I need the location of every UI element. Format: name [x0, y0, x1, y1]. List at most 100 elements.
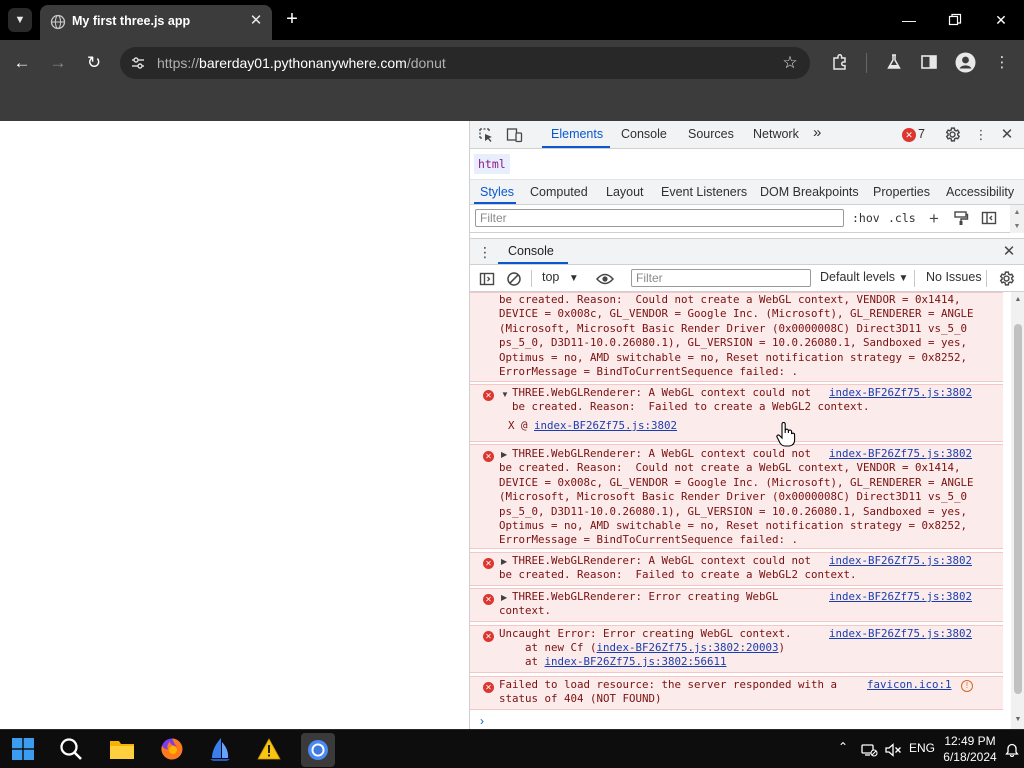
- console-scrollbar[interactable]: ▲ ▼: [1011, 292, 1024, 729]
- log-levels-dropdown[interactable]: Default levels ▼: [820, 270, 908, 284]
- clock-date: 6/18/2024: [943, 750, 997, 764]
- chrome-taskbar-button[interactable]: [301, 733, 335, 767]
- collapse-triangle-icon[interactable]: ▼: [501, 390, 509, 399]
- tab-styles[interactable]: Styles: [480, 185, 514, 199]
- window-close-icon[interactable]: ✕: [989, 9, 1013, 31]
- console-error-message[interactable]: be created. Reason: Could not create a W…: [470, 292, 1003, 382]
- breadcrumb-html[interactable]: html: [474, 154, 510, 174]
- more-vertical-icon[interactable]: ⋮: [991, 52, 1013, 74]
- tab-layout[interactable]: Layout: [606, 185, 644, 199]
- windows-start-icon[interactable]: [12, 738, 34, 760]
- tab-search-button[interactable]: ▼: [8, 8, 32, 32]
- drawer-close-icon[interactable]: ✕: [1000, 243, 1018, 261]
- console-error-message[interactable]: ✕ ▶ THREE.WebGLRenderer: Error creating …: [470, 588, 1003, 622]
- styles-filter-input[interactable]: [475, 209, 844, 227]
- stack-prefix: at: [499, 655, 545, 668]
- stack-trace-line: at new Cf (index-BF26Zf75.js:3802:20003): [499, 641, 785, 655]
- inspect-element-icon[interactable]: [478, 127, 494, 143]
- tab-event-listeners[interactable]: Event Listeners: [661, 185, 747, 199]
- input-language[interactable]: ENG: [909, 741, 935, 755]
- styles-scrollbar[interactable]: ▲ ▼: [1010, 205, 1024, 233]
- labs-flask-icon[interactable]: [884, 52, 904, 72]
- network-issue-icon[interactable]: !: [961, 680, 973, 692]
- error-count-icon[interactable]: ✕: [902, 128, 916, 142]
- side-panel-icon[interactable]: [920, 53, 938, 71]
- tab-close-icon[interactable]: ✕: [246, 11, 266, 31]
- new-tab-icon[interactable]: +: [282, 9, 302, 29]
- console-error-message[interactable]: ✕ ▶ THREE.WebGLRenderer: A WebGL context…: [470, 444, 1003, 549]
- toggle-sidebar-icon[interactable]: [981, 210, 997, 226]
- volume-muted-icon[interactable]: [884, 742, 902, 758]
- bookmark-star-icon[interactable]: ☆: [780, 53, 800, 73]
- site-settings-icon[interactable]: [130, 55, 146, 71]
- tab-properties[interactable]: Properties: [873, 185, 930, 199]
- tab-console[interactable]: Console: [621, 127, 667, 141]
- notification-bell-icon[interactable]: [1005, 742, 1019, 757]
- scrollbar-thumb[interactable]: [1014, 324, 1022, 694]
- system-clock[interactable]: 12:49 PM 6/18/2024: [940, 733, 1000, 765]
- cls-toggle[interactable]: .cls: [888, 211, 916, 225]
- file-explorer-icon[interactable]: [109, 737, 135, 761]
- drawer-tab-console[interactable]: Console: [508, 244, 554, 258]
- tab-accessibility[interactable]: Accessibility: [946, 185, 1014, 199]
- drawer-menu-icon[interactable]: ⋮: [478, 243, 492, 261]
- more-tabs-chevron-icon[interactable]: »: [813, 124, 821, 141]
- address-bar[interactable]: https://barerday01.pythonanywhere.com/do…: [120, 47, 810, 79]
- console-settings-gear-icon[interactable]: [998, 270, 1015, 287]
- stack-link[interactable]: index-BF26Zf75.js:3802: [534, 419, 677, 432]
- live-expression-eye-icon[interactable]: [596, 272, 614, 286]
- message-text: Uncaught Error: Error creating WebGL con…: [499, 627, 792, 640]
- stack-link[interactable]: index-BF26Zf75.js:3802:20003: [597, 641, 779, 654]
- paint-roller-icon[interactable]: [953, 210, 969, 226]
- tab-computed[interactable]: Computed: [530, 185, 588, 199]
- new-style-rule-plus-icon[interactable]: +: [925, 210, 943, 228]
- source-link[interactable]: favicon.ico:1: [867, 678, 952, 692]
- restore-icon[interactable]: [948, 13, 962, 27]
- tray-overflow-chevron-icon[interactable]: ⌃: [838, 740, 848, 754]
- source-link[interactable]: index-BF26Zf75.js:3802: [829, 447, 972, 461]
- context-selector[interactable]: top ▼: [542, 270, 579, 284]
- console-error-message[interactable]: ✕ Failed to load resource: the server re…: [470, 676, 1003, 710]
- extensions-puzzle-icon[interactable]: [830, 52, 850, 72]
- console-error-message[interactable]: ✕ ▶ THREE.WebGLRenderer: A WebGL context…: [470, 552, 1003, 586]
- source-link[interactable]: index-BF26Zf75.js:3802: [829, 590, 972, 604]
- source-link[interactable]: index-BF26Zf75.js:3802: [829, 554, 972, 568]
- firefox-icon[interactable]: [160, 737, 184, 761]
- console-sidebar-icon[interactable]: [479, 271, 495, 287]
- network-status-icon[interactable]: [860, 742, 878, 758]
- tab-dom-breakpoints[interactable]: DOM Breakpoints: [760, 185, 859, 199]
- minimize-icon[interactable]: —: [897, 9, 921, 31]
- tab-network[interactable]: Network: [753, 127, 799, 141]
- warning-app-icon[interactable]: [257, 738, 281, 760]
- console-filter-input[interactable]: [631, 269, 811, 287]
- back-arrow-icon[interactable]: ←: [11, 52, 33, 74]
- source-link[interactable]: index-BF26Zf75.js:3802: [829, 627, 972, 641]
- sail-app-icon[interactable]: [208, 736, 232, 762]
- profile-avatar-icon[interactable]: [955, 52, 976, 73]
- search-icon[interactable]: [59, 737, 83, 761]
- issues-counter[interactable]: No Issues: [926, 270, 982, 284]
- toolbar-spacer: [0, 86, 1024, 121]
- device-toolbar-icon[interactable]: [506, 127, 523, 143]
- scroll-up-arrow-icon[interactable]: ▲: [1014, 296, 1022, 304]
- source-link[interactable]: index-BF26Zf75.js:3802: [829, 386, 972, 400]
- clear-console-icon[interactable]: [506, 271, 522, 287]
- forward-arrow-icon[interactable]: →: [47, 52, 69, 74]
- browser-tab[interactable]: My first three.js app ✕: [40, 5, 272, 40]
- tab-sources[interactable]: Sources: [688, 127, 734, 141]
- settings-gear-icon[interactable]: [944, 126, 961, 143]
- devtools-menu-icon[interactable]: ⋮: [972, 126, 990, 144]
- error-count[interactable]: 7: [918, 127, 925, 141]
- scroll-down-arrow-icon[interactable]: ▼: [1014, 716, 1022, 724]
- tab-elements[interactable]: Elements: [551, 127, 603, 141]
- console-error-message[interactable]: ✕ ▼ THREE.WebGLRenderer: A WebGL context…: [470, 384, 1003, 442]
- reload-icon[interactable]: ↻: [83, 52, 105, 74]
- console-prompt-chevron-icon[interactable]: ›: [480, 714, 484, 728]
- scroll-down-arrow-icon[interactable]: ▼: [1013, 223, 1021, 231]
- scroll-up-arrow-icon[interactable]: ▲: [1013, 209, 1021, 217]
- hov-toggle[interactable]: :hov: [852, 211, 880, 225]
- drawer-header: ⋮ Console ✕: [470, 238, 1024, 265]
- devtools-close-icon[interactable]: ✕: [998, 126, 1016, 144]
- stack-link[interactable]: index-BF26Zf75.js:3802:56611: [545, 655, 727, 668]
- console-error-message[interactable]: ✕ Uncaught Error: Error creating WebGL c…: [470, 625, 1003, 673]
